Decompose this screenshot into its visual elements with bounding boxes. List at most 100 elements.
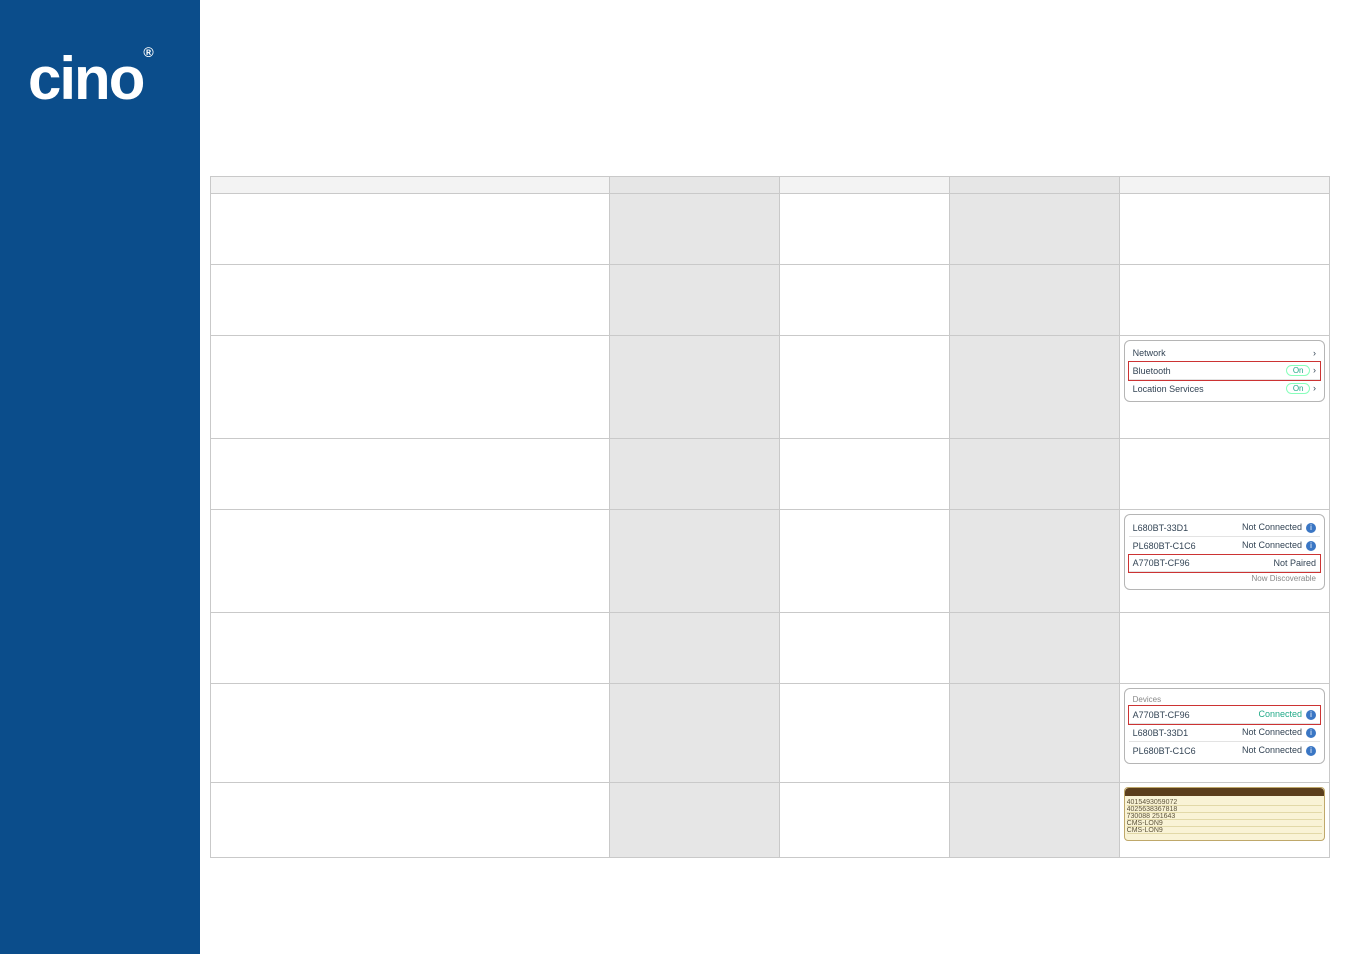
cell	[949, 265, 1119, 336]
notes-titlebar	[1125, 788, 1324, 796]
mini-settings-panel: Network › Bluetooth On › Location Servic…	[1124, 340, 1325, 402]
device-status: Connected	[1258, 709, 1302, 719]
cell	[779, 783, 949, 858]
cell	[779, 613, 949, 684]
chevron-right-icon: ›	[1313, 383, 1316, 393]
device-label: PL680BT-C1C6	[1133, 746, 1196, 756]
device-row-target[interactable]: A770BT-CF96 Not Paired	[1129, 555, 1320, 572]
device-label: L680BT-33D1	[1133, 728, 1189, 738]
info-icon[interactable]: i	[1306, 728, 1316, 738]
settings-label: Bluetooth	[1133, 366, 1171, 376]
table-row	[211, 613, 1330, 684]
brand-logo: cino®	[28, 44, 152, 113]
cell-screenshot	[1119, 194, 1329, 265]
cell-desc	[211, 613, 610, 684]
device-row[interactable]: L680BT-33D1 Not Connected i	[1129, 724, 1320, 742]
info-icon[interactable]: i	[1306, 523, 1316, 533]
cell	[949, 194, 1119, 265]
cell	[609, 613, 779, 684]
col-header-5	[1119, 177, 1329, 194]
chevron-right-icon: ›	[1313, 365, 1316, 375]
cell	[609, 439, 779, 510]
col-header-4	[949, 177, 1119, 194]
cell	[779, 510, 949, 613]
table-row	[211, 194, 1330, 265]
note-line: CMS-LON9	[1127, 827, 1322, 834]
cell-desc	[211, 783, 610, 858]
mini-notes-app: 4015493059072 4025638367818 730088 25164…	[1124, 787, 1325, 841]
cell	[779, 194, 949, 265]
cell	[949, 439, 1119, 510]
note-line: 4015493059072	[1127, 799, 1322, 806]
cell-screenshot-settings: Network › Bluetooth On › Location Servic…	[1119, 336, 1329, 439]
cell-desc	[211, 510, 610, 613]
cell	[949, 783, 1119, 858]
col-header-2	[609, 177, 779, 194]
table-row: 4015493059072 4025638367818 730088 25164…	[211, 783, 1330, 858]
cell	[609, 265, 779, 336]
cell-screenshot	[1119, 439, 1329, 510]
info-icon[interactable]: i	[1306, 746, 1316, 756]
col-header-1	[211, 177, 610, 194]
cell	[609, 194, 779, 265]
cell	[609, 510, 779, 613]
table-row: Devices A770BT-CF96 Connected i L680BT-33…	[211, 684, 1330, 783]
table-header-row	[211, 177, 1330, 194]
chevron-right-icon: ›	[1313, 348, 1316, 358]
device-row[interactable]: PL680BT-C1C6 Not Connected i	[1129, 537, 1320, 555]
cell-desc	[211, 336, 610, 439]
table-row: L680BT-33D1 Not Connected i PL680BT-C1C6 …	[211, 510, 1330, 613]
devices-footer: Now Discoverable	[1129, 572, 1320, 585]
device-row[interactable]: L680BT-33D1 Not Connected i	[1129, 519, 1320, 537]
cell-desc	[211, 439, 610, 510]
device-row[interactable]: PL680BT-C1C6 Not Connected i	[1129, 742, 1320, 759]
note-line: 730088 251643	[1127, 813, 1322, 820]
info-icon[interactable]: i	[1306, 541, 1316, 551]
settings-value: On	[1286, 383, 1311, 394]
device-label: A770BT-CF96	[1133, 558, 1190, 568]
cell-desc	[211, 194, 610, 265]
settings-value: On	[1286, 365, 1311, 376]
cell	[779, 336, 949, 439]
device-status: Not Connected	[1242, 745, 1302, 755]
cell-screenshot	[1119, 613, 1329, 684]
col-header-3	[779, 177, 949, 194]
cell-desc	[211, 684, 610, 783]
cell	[949, 684, 1119, 783]
note-line: CMS-LON9	[1127, 820, 1322, 827]
device-label: A770BT-CF96	[1133, 710, 1190, 720]
cell-screenshot	[1119, 265, 1329, 336]
sidebar: cino®	[0, 0, 200, 954]
cell	[779, 265, 949, 336]
cell	[779, 684, 949, 783]
cell	[609, 684, 779, 783]
info-icon[interactable]: i	[1306, 710, 1316, 720]
device-status: Not Connected	[1242, 522, 1302, 532]
logo-registered: ®	[143, 44, 151, 60]
device-status: Not Connected	[1242, 727, 1302, 737]
device-status: Not Paired	[1273, 558, 1316, 568]
settings-row-bluetooth[interactable]: Bluetooth On ›	[1129, 362, 1320, 380]
devices-header: Devices	[1129, 693, 1320, 706]
instruction-table: Network › Bluetooth On › Location Servic…	[210, 176, 1330, 858]
cell-screenshot-notes: 4015493059072 4025638367818 730088 25164…	[1119, 783, 1329, 858]
settings-label: Network	[1133, 348, 1166, 358]
cell	[779, 439, 949, 510]
cell	[609, 783, 779, 858]
mini-devices-panel: L680BT-33D1 Not Connected i PL680BT-C1C6 …	[1124, 514, 1325, 590]
device-status: Not Connected	[1242, 540, 1302, 550]
cell	[949, 510, 1119, 613]
device-label: L680BT-33D1	[1133, 523, 1189, 533]
settings-row-network[interactable]: Network ›	[1129, 345, 1320, 362]
cell-screenshot-devices-notpaired: L680BT-33D1 Not Connected i PL680BT-C1C6 …	[1119, 510, 1329, 613]
mini-devices-panel: Devices A770BT-CF96 Connected i L680BT-33…	[1124, 688, 1325, 764]
cell-desc	[211, 265, 610, 336]
cell	[949, 613, 1119, 684]
cell-screenshot-devices-connected: Devices A770BT-CF96 Connected i L680BT-33…	[1119, 684, 1329, 783]
device-row-connected[interactable]: A770BT-CF96 Connected i	[1129, 706, 1320, 724]
cell	[609, 336, 779, 439]
table-row	[211, 265, 1330, 336]
cell	[949, 336, 1119, 439]
settings-row-location[interactable]: Location Services On ›	[1129, 380, 1320, 397]
device-label: PL680BT-C1C6	[1133, 541, 1196, 551]
